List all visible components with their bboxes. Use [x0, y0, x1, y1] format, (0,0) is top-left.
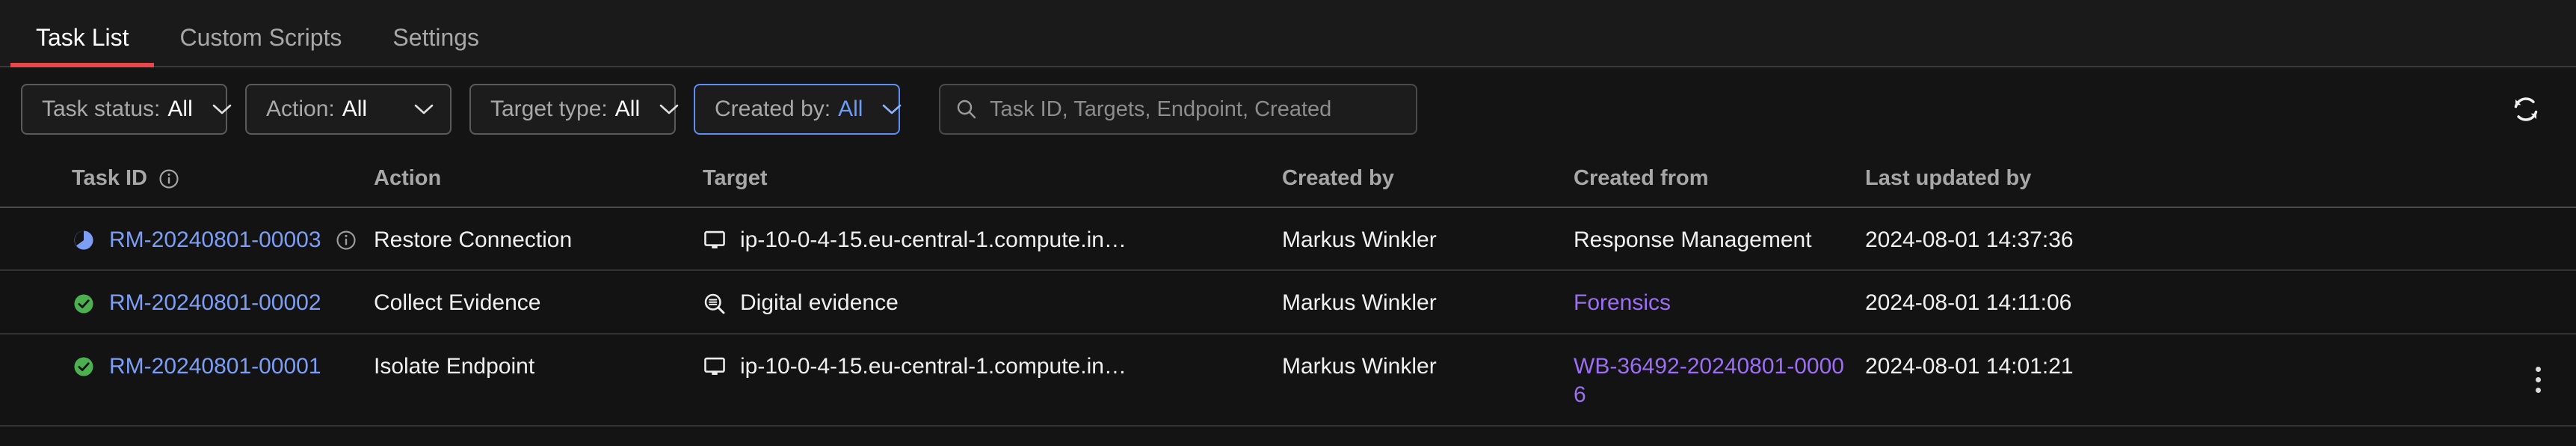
- column-header-target[interactable]: Target: [703, 165, 1282, 192]
- column-header-created-by-label: Created by: [1282, 166, 1394, 191]
- chevron-down-icon: [414, 103, 434, 115]
- filter-task-status-label: Task status:: [42, 97, 161, 121]
- check-circle-icon: [72, 292, 96, 316]
- table-header-row: Task ID Action Target Created by Created…: [0, 151, 2576, 208]
- cell-last-updated: 2024-08-01 14:01:21: [1865, 334, 2179, 396]
- tab-settings[interactable]: Settings: [367, 25, 505, 66]
- last-updated-text: 2024-08-01 14:11:06: [1865, 290, 2072, 316]
- filter-created-by-label: Created by:: [715, 97, 831, 121]
- column-header-target-label: Target: [703, 166, 768, 191]
- column-header-last-updated-by[interactable]: Last updated by: [1865, 165, 2179, 192]
- filter-target-type[interactable]: Target type: All: [469, 84, 679, 135]
- tab-custom-scripts[interactable]: Custom Scripts: [154, 25, 367, 66]
- search-input[interactable]: Task ID, Targets, Endpoint, Created: [939, 84, 1417, 135]
- cell-target: ip-10-0-4-15.eu-central-1.compute.in…: [703, 208, 1282, 269]
- last-updated-text: 2024-08-01 14:37:36: [1865, 227, 2074, 252]
- info-icon[interactable]: [335, 229, 357, 251]
- column-header-task-id[interactable]: Task ID: [0, 165, 374, 192]
- last-updated-text: 2024-08-01 14:01:21: [1865, 353, 2074, 379]
- table-row[interactable]: RM-20240801-00003 Restore Connection ip-…: [0, 208, 2576, 272]
- cell-task-id: RM-20240801-00003: [0, 208, 374, 269]
- column-header-created-by[interactable]: Created by: [1282, 165, 1574, 192]
- table-row[interactable]: RM-20240801-00001 Isolate Endpoint ip-10…: [0, 334, 2576, 427]
- info-icon[interactable]: [158, 168, 180, 190]
- column-header-action[interactable]: Action: [374, 165, 703, 192]
- table-row[interactable]: RM-20240801-00002 Collect Evidence Digit…: [0, 271, 2576, 334]
- task-id-link[interactable]: RM-20240801-00003: [109, 226, 321, 254]
- column-header-last-updated-by-label: Last updated by: [1865, 166, 2032, 191]
- cell-last-updated: 2024-08-01 14:37:36: [1865, 208, 2179, 269]
- search-placeholder: Task ID, Targets, Endpoint, Created: [990, 97, 1332, 121]
- cell-created-by: Markus Winkler: [1282, 334, 1574, 396]
- target-text: ip-10-0-4-15.eu-central-1.compute.in…: [740, 353, 1127, 379]
- cell-created-from: Forensics: [1574, 271, 1865, 332]
- cell-created-from: Response Management: [1574, 208, 1865, 269]
- filter-action-value: All: [342, 97, 368, 121]
- kebab-dot: [2535, 376, 2541, 382]
- chevron-down-icon: [882, 103, 902, 115]
- filter-bar: Task status: All Action: All Target type…: [0, 67, 2576, 151]
- filter-created-by[interactable]: Created by: All: [694, 84, 902, 135]
- filter-task-status-value: All: [167, 97, 193, 121]
- cell-target: Digital evidence: [703, 271, 1282, 332]
- cell-target: ip-10-0-4-15.eu-central-1.compute.in…: [703, 334, 1282, 396]
- cell-action: Isolate Endpoint: [374, 334, 703, 396]
- target-text: Digital evidence: [740, 290, 899, 316]
- monitor-icon: [703, 355, 727, 379]
- row-actions-menu-button[interactable]: [2521, 358, 2555, 400]
- tab-bar: Task List Custom Scripts Settings: [0, 0, 2576, 67]
- chevron-down-icon: [212, 103, 232, 115]
- kebab-dot: [2535, 387, 2541, 393]
- cell-created-by: Markus Winkler: [1282, 271, 1574, 332]
- cell-task-id: RM-20240801-00001: [0, 334, 374, 396]
- created-by-text: Markus Winkler: [1282, 353, 1437, 379]
- action-text: Collect Evidence: [374, 290, 541, 316]
- cell-last-updated: 2024-08-01 14:11:06: [1865, 271, 2179, 332]
- evidence-search-icon: [703, 292, 727, 316]
- cell-task-id: RM-20240801-00002: [0, 271, 374, 332]
- task-id-link[interactable]: RM-20240801-00001: [109, 352, 321, 381]
- created-by-text: Markus Winkler: [1282, 227, 1437, 252]
- target-text: ip-10-0-4-15.eu-central-1.compute.in…: [740, 227, 1127, 252]
- column-header-task-id-label: Task ID: [72, 166, 148, 191]
- tab-task-list-label: Task List: [36, 24, 129, 51]
- cell-created-from: WB-36492-20240801-00006: [1574, 334, 1865, 425]
- filter-target-type-value: All: [614, 97, 641, 121]
- created-by-text: Markus Winkler: [1282, 290, 1437, 316]
- column-header-created-from[interactable]: Created from: [1574, 165, 1865, 192]
- action-text: Restore Connection: [374, 227, 573, 252]
- tab-settings-label: Settings: [392, 24, 480, 51]
- filter-action[interactable]: Action: All: [245, 84, 452, 135]
- task-id-link[interactable]: RM-20240801-00002: [109, 289, 321, 317]
- tab-task-list[interactable]: Task List: [10, 24, 155, 67]
- chevron-down-icon: [659, 103, 679, 115]
- kebab-dot: [2535, 366, 2541, 372]
- check-circle-icon: [72, 355, 96, 379]
- filter-target-type-label: Target type:: [490, 97, 608, 121]
- monitor-icon: [703, 228, 727, 252]
- refresh-icon: [2510, 94, 2542, 125]
- filter-task-status[interactable]: Task status: All: [21, 84, 232, 135]
- pie-progress-icon: [72, 228, 96, 252]
- created-from-link[interactable]: WB-36492-20240801-00006: [1574, 352, 1850, 410]
- column-header-action-label: Action: [374, 166, 442, 191]
- created-from-text: Response Management: [1574, 227, 1812, 252]
- refresh-button[interactable]: [2500, 83, 2552, 135]
- created-from-link[interactable]: Forensics: [1574, 289, 1671, 317]
- task-list-app: Task List Custom Scripts Settings Task s…: [0, 0, 2576, 446]
- filter-created-by-value: All: [838, 97, 863, 121]
- search-icon: [955, 98, 978, 120]
- cell-action: Restore Connection: [374, 208, 703, 269]
- filter-action-label: Action:: [266, 97, 335, 121]
- tab-custom-scripts-label: Custom Scripts: [179, 24, 342, 51]
- column-header-created-from-label: Created from: [1574, 166, 1709, 191]
- action-text: Isolate Endpoint: [374, 353, 535, 379]
- cell-created-by: Markus Winkler: [1282, 208, 1574, 269]
- cell-action: Collect Evidence: [374, 271, 703, 332]
- task-table: Task ID Action Target Created by Created…: [0, 151, 2576, 446]
